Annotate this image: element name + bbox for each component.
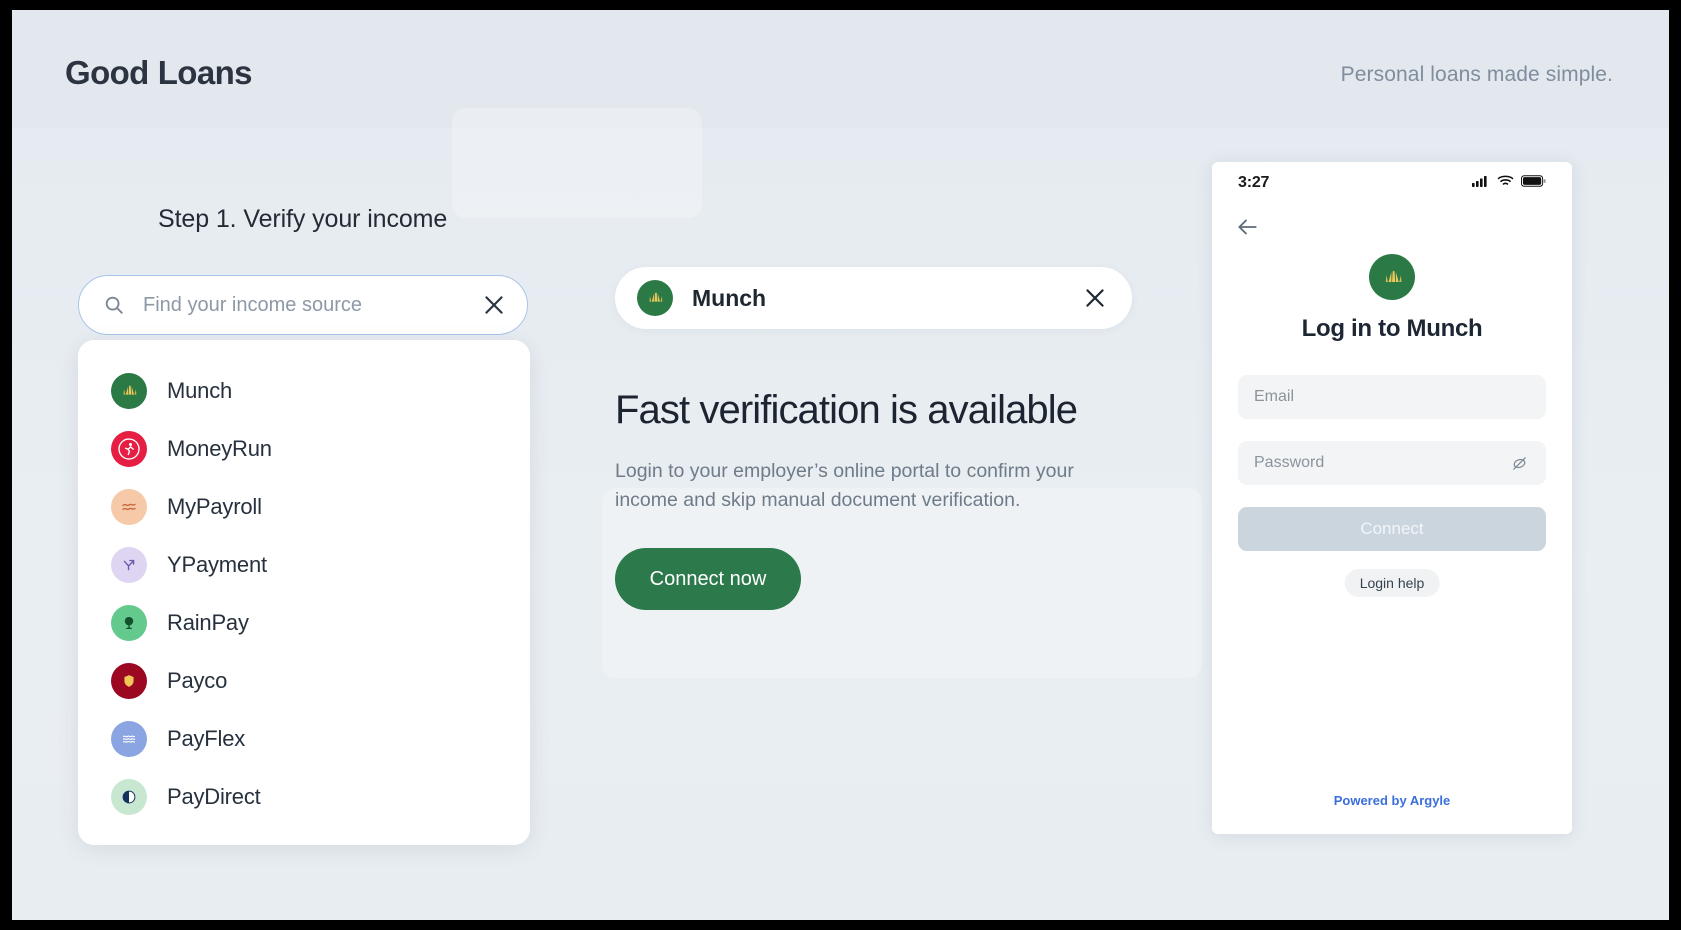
- verification-heading: Fast verification is available: [615, 388, 1077, 433]
- list-item[interactable]: MoneyRun: [78, 420, 530, 478]
- list-item-label: Munch: [167, 378, 232, 404]
- list-item[interactable]: Munch: [78, 362, 530, 420]
- step-title: Step 1. Verify your income: [158, 205, 447, 234]
- list-item[interactable]: RainPay: [78, 594, 530, 652]
- search-icon: [103, 294, 125, 316]
- income-source-search[interactable]: [78, 275, 528, 335]
- list-item-label: RainPay: [167, 610, 249, 636]
- email-placeholder: Email: [1254, 388, 1530, 406]
- powered-by-argyle: Powered by Argyle: [1212, 793, 1572, 808]
- signal-bars-icon: [1472, 174, 1490, 192]
- list-item[interactable]: PayDirect: [78, 768, 530, 826]
- decorative-panel: [452, 108, 702, 218]
- phone-login-title: Log in to Munch: [1212, 315, 1572, 343]
- selected-provider-chip: Munch: [615, 267, 1132, 329]
- list-item[interactable]: YPayment: [78, 536, 530, 594]
- tree-icon: [111, 605, 147, 641]
- email-field[interactable]: Email: [1238, 375, 1546, 419]
- waves-icon: [111, 489, 147, 525]
- munch-fan-icon: [1369, 254, 1415, 300]
- brand-word-good: Good: [65, 54, 149, 92]
- phone-status-bar: 3:27: [1212, 162, 1572, 204]
- list-item-label: Payco: [167, 668, 227, 694]
- status-clock: 3:27: [1238, 174, 1269, 192]
- search-input[interactable]: [143, 294, 481, 317]
- password-placeholder: Password: [1254, 454, 1509, 472]
- phone-connect-button[interactable]: Connect: [1238, 507, 1546, 551]
- verification-description: Login to your employer’s online portal t…: [615, 457, 1075, 515]
- connect-now-button[interactable]: Connect now: [615, 548, 801, 610]
- close-icon[interactable]: [481, 292, 507, 318]
- half-circle-icon: [111, 779, 147, 815]
- selected-provider-label: Munch: [692, 285, 1082, 312]
- phone-mockup: 3:27: [1212, 162, 1572, 834]
- runner-icon: [111, 431, 147, 467]
- list-item-label: PayFlex: [167, 726, 245, 752]
- list-item[interactable]: PayFlex: [78, 710, 530, 768]
- list-item[interactable]: Payco: [78, 652, 530, 710]
- munch-fan-icon: [111, 373, 147, 409]
- provider-dropdown: Munch MoneyRun MyPayroll: [78, 340, 530, 845]
- page-header: Good Loans Personal loans made simple.: [12, 10, 1669, 128]
- brand-logo: Good Loans: [65, 54, 252, 92]
- close-icon[interactable]: [1082, 285, 1108, 311]
- arrow-branch-icon: [111, 547, 147, 583]
- header-tagline: Personal loans made simple.: [1341, 63, 1613, 87]
- eye-off-icon[interactable]: [1509, 453, 1530, 474]
- wifi-icon: [1497, 174, 1514, 192]
- brand-word-loans: Loans: [158, 54, 252, 92]
- munch-fan-icon: [637, 280, 673, 316]
- list-item-label: MoneyRun: [167, 436, 272, 462]
- login-help-button[interactable]: Login help: [1345, 569, 1440, 597]
- arrow-left-icon[interactable]: [1234, 214, 1260, 240]
- app-screen: Good Loans Personal loans made simple. S…: [12, 10, 1669, 920]
- list-item-label: YPayment: [167, 552, 267, 578]
- list-item[interactable]: MyPayroll: [78, 478, 530, 536]
- list-item-label: MyPayroll: [167, 494, 262, 520]
- status-icons: [1472, 174, 1546, 192]
- password-field[interactable]: Password: [1238, 441, 1546, 485]
- list-item-label: PayDirect: [167, 784, 261, 810]
- shield-icon: [111, 663, 147, 699]
- water-lines-icon: [111, 721, 147, 757]
- battery-icon: [1521, 174, 1546, 192]
